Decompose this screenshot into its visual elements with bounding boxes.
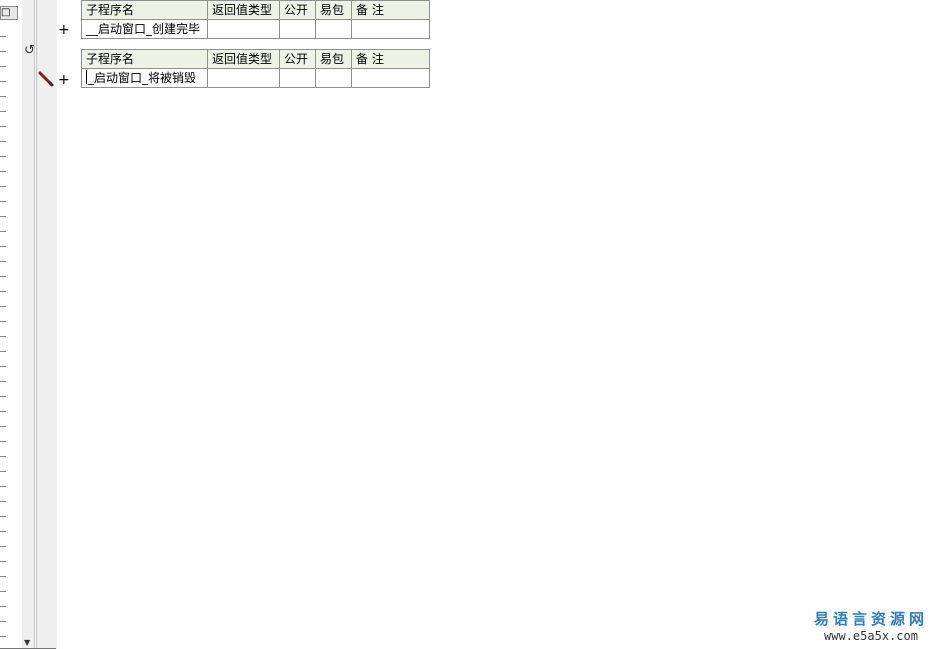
header-subroutine-name: 子程序名 [81,0,208,20]
header-epackage: 易包 [315,49,352,69]
table-row[interactable]: __启动窗口_创建完毕 [81,19,430,39]
watermark-title: 易语言资源网 [813,610,928,628]
vertical-scrollbar[interactable] [22,0,35,649]
cell-subroutine-name[interactable]: _启动窗口_将被销毁 [81,68,208,88]
header-epackage: 易包 [315,0,352,20]
watermark: 易语言资源网 www.e5a5x.com [814,608,928,643]
header-subroutine-name: 子程序名 [81,49,208,69]
panel-tab-widget[interactable]: □ [0,6,18,20]
header-return-type: 返回值类型 [207,49,280,69]
header-public: 公开 [279,49,316,69]
text-caret [86,70,87,84]
expand-subroutine-1[interactable]: + [58,23,70,37]
table-header-row: 子程序名 返回值类型 公开 易包 备 注 [81,0,430,20]
cell-public[interactable] [279,19,316,39]
header-return-type: 返回值类型 [207,0,280,20]
subroutine-table-1: 子程序名 返回值类型 公开 易包 备 注 __启动窗口_创建完毕 [81,0,430,39]
editor-gutter [36,0,57,649]
line-ruler [0,22,6,649]
header-remark: 备 注 [351,49,430,69]
left-panel: □ [0,0,23,649]
watermark-url: www.e5a5x.com [824,629,918,643]
subroutine-table-2: 子程序名 返回值类型 公开 易包 备 注 _启动窗口_将被销毁 [81,49,430,88]
table-header-row: 子程序名 返回值类型 公开 易包 备 注 [81,49,430,69]
scroll-down-arrow-icon[interactable]: ▼ [24,639,32,647]
expand-subroutine-2[interactable]: + [58,73,70,87]
table-row[interactable]: _启动窗口_将被销毁 [81,68,430,88]
cell-return-type[interactable] [207,68,280,88]
pencil-icon [38,71,54,87]
cell-return-type[interactable] [207,19,280,39]
header-public: 公开 [279,0,316,20]
cell-public[interactable] [279,68,316,88]
cell-subroutine-name[interactable]: __启动窗口_创建完毕 [81,19,208,39]
cell-remark[interactable] [351,19,430,39]
header-remark: 备 注 [351,0,430,20]
subroutine-name-text: _启动窗口_将被销毁 [88,71,197,85]
cell-remark[interactable] [351,68,430,88]
cell-epackage[interactable] [315,68,352,88]
collapse-toggle-icon[interactable]: ↺ [24,43,35,58]
cell-epackage[interactable] [315,19,352,39]
